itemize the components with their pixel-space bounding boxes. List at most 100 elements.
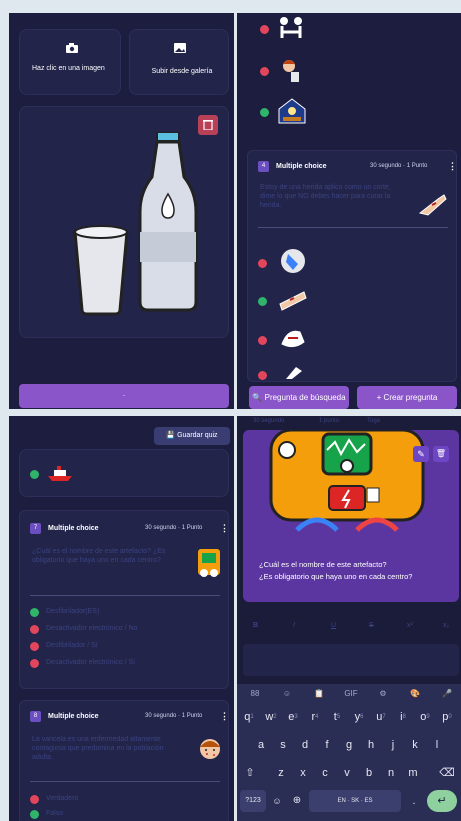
question-number-badge: 8: [30, 711, 41, 722]
search-icon: 🔍: [252, 393, 263, 402]
delete-image-button[interactable]: [198, 115, 218, 135]
points-meta: 1 punto: [319, 418, 340, 424]
key-z[interactable]: z: [271, 762, 291, 784]
create-question-button[interactable]: + Crear pregunta: [357, 386, 457, 409]
more-options-icon[interactable]: ⋮: [220, 711, 229, 722]
search-question-button[interactable]: 🔍 Pregunta de búsqueda: [249, 386, 349, 409]
incorrect-icon: [258, 336, 267, 345]
answer-image-2: [283, 60, 299, 82]
incorrect-icon: [258, 371, 267, 380]
option-text: Falso: [46, 810, 64, 817]
question-card-8[interactable]: 8 Multiple choice 30 segundo · 1 Punto ⋮…: [19, 700, 229, 821]
period-key[interactable]: .: [405, 790, 423, 812]
bottom-action-label: ·: [122, 391, 126, 400]
keyboard-row-3: zxcvbnm: [237, 762, 461, 784]
superscript-button[interactable]: x²: [407, 622, 413, 629]
more-options-icon[interactable]: ⋮: [220, 523, 229, 534]
bottom-action-bar[interactable]: ·: [19, 384, 229, 408]
keyboard-toolbar-item[interactable]: ☺: [275, 684, 299, 704]
key-e[interactable]: e3: [283, 706, 303, 728]
incorrect-icon: [30, 642, 39, 651]
key-k[interactable]: k: [405, 734, 425, 756]
correct-icon: [258, 297, 267, 306]
wound-hand-image: [418, 194, 447, 216]
question-card-7[interactable]: 7 Multiple choice 30 segundo · 1 Punto ⋮…: [19, 510, 229, 689]
correct-icon: [30, 810, 39, 819]
keyboard-toolbar-item[interactable]: ⚙: [371, 684, 395, 704]
key-j[interactable]: j: [383, 734, 403, 756]
key-i[interactable]: i8: [393, 706, 413, 728]
question-card-4[interactable]: 4 Multiple choice 30 segundo · 1 Punto ⋮…: [247, 150, 457, 382]
key-g[interactable]: g: [339, 734, 359, 756]
edit-image-button[interactable]: ✎: [413, 446, 429, 462]
globe-icon[interactable]: ⊕: [288, 790, 306, 812]
shift-key[interactable]: ⇧: [240, 762, 260, 784]
strikethrough-button[interactable]: S: [369, 622, 374, 629]
keyboard-toolbar-item[interactable]: 📋: [307, 684, 331, 704]
key-m[interactable]: m: [403, 762, 423, 784]
key-t[interactable]: t5: [327, 706, 347, 728]
key-n[interactable]: n: [381, 762, 401, 784]
key-r[interactable]: r4: [305, 706, 325, 728]
question-number-badge: 4: [258, 161, 269, 172]
question-meta: 30 segundo · 1 Punto: [370, 163, 428, 169]
answer-image-bandage: [279, 291, 307, 311]
key-q[interactable]: q1: [239, 706, 259, 728]
search-question-label: Pregunta de búsqueda: [264, 393, 346, 402]
keyboard-row-1: q1 w2 e3 r4 t5 y6 u7 i8 o9 p0: [237, 706, 461, 728]
answer-card: [19, 449, 229, 497]
delete-image-button[interactable]: 🗑: [433, 446, 449, 462]
defibrillator-image: [269, 430, 425, 532]
question-text: ¿Cuál es el nombre de este artefacto? ¿E…: [32, 548, 166, 564]
key-o[interactable]: o9: [415, 706, 435, 728]
keyboard-toolbar-item[interactable]: GIF: [339, 684, 363, 704]
incorrect-icon: [260, 67, 269, 76]
key-b[interactable]: b: [359, 762, 379, 784]
pencil-icon: ✎: [417, 449, 425, 459]
key-c[interactable]: c: [315, 762, 335, 784]
question-type: Multiple choice: [48, 525, 99, 532]
space-bar[interactable]: EN · SK · ES: [309, 790, 401, 812]
emoji-key[interactable]: ☺: [268, 790, 286, 812]
question-editor-card[interactable]: ✎ 🗑 ¿Cuál es el nombre de este artefacto…: [243, 430, 459, 602]
key-v[interactable]: v: [337, 762, 357, 784]
key-l[interactable]: l: [427, 734, 447, 756]
sick-child-image: [200, 739, 220, 759]
answer-image-3: [278, 98, 306, 124]
key-u[interactable]: u7: [371, 706, 391, 728]
backspace-key[interactable]: ⌫: [437, 762, 457, 784]
key-d[interactable]: d: [295, 734, 315, 756]
keyboard-toolbar-item[interactable]: 🎨: [403, 684, 427, 704]
camera-upload-button[interactable]: Haz clic en una imagen: [19, 29, 121, 95]
correct-icon: [30, 608, 39, 617]
subscript-button[interactable]: x₂: [443, 622, 449, 629]
key-a[interactable]: a: [251, 734, 271, 756]
gallery-upload-button[interactable]: Subir desde galería: [129, 29, 229, 95]
more-options-icon[interactable]: ⋮: [448, 161, 457, 172]
plus-icon: +: [376, 393, 382, 402]
key-y[interactable]: y6: [349, 706, 369, 728]
keyboard-toolbar-item[interactable]: 88: [243, 684, 267, 704]
key-x[interactable]: x: [293, 762, 313, 784]
key-w[interactable]: w2: [261, 706, 281, 728]
key-p[interactable]: p0: [437, 706, 457, 728]
question-text: Estoy de una herida aplico como un corte…: [260, 184, 391, 209]
camera-icon: [66, 43, 78, 53]
bold-button[interactable]: B: [253, 622, 258, 629]
answer-input-box[interactable]: [243, 644, 459, 676]
question-text-line-1[interactable]: ¿Cuál es el nombre de este artefacto?: [259, 560, 387, 569]
question-text-line-2[interactable]: ¿Es obligatorio que haya uno en cada cen…: [259, 572, 412, 581]
incorrect-icon: [258, 259, 267, 268]
key-s[interactable]: s: [273, 734, 293, 756]
keyboard-row-2: asdfghjkl: [237, 734, 461, 756]
italic-button[interactable]: I: [293, 622, 295, 629]
enter-key[interactable]: ↵: [427, 790, 457, 812]
key-h[interactable]: h: [361, 734, 381, 756]
keyboard-toolbar-item[interactable]: 🎤: [435, 684, 459, 704]
underline-button[interactable]: U: [331, 622, 336, 629]
save-quiz-button[interactable]: 💾 Guardar quiz: [154, 427, 230, 445]
questions-list-panel: 4 Multiple choice 30 segundo · 1 Punto ⋮…: [237, 13, 461, 409]
key-f[interactable]: f: [317, 734, 337, 756]
symbols-key[interactable]: ?123: [240, 790, 266, 812]
on-screen-keyboard: 88 ☺ 📋 GIF ⚙ 🎨 🎤 q1 w2 e3 r4 t5 y6 u7 i8 o9 p0 asdfghjk…: [237, 684, 461, 821]
